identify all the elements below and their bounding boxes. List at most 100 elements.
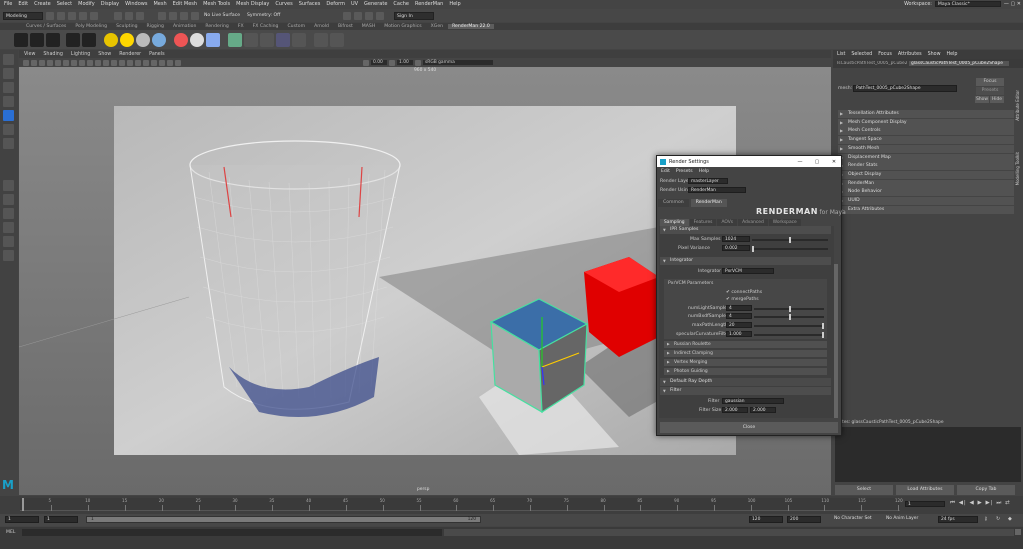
num-bxdf-samples-field[interactable]: 4 bbox=[726, 313, 752, 319]
menu-set-dropdown[interactable]: Modeling bbox=[3, 11, 43, 20]
menu-mesh-display[interactable]: Mesh Display bbox=[236, 1, 269, 7]
image-plane-icon[interactable] bbox=[39, 59, 45, 66]
minimize-icon[interactable]: — bbox=[793, 159, 807, 165]
side-tab-modelling-toolkit[interactable]: Modelling Toolkit bbox=[1015, 152, 1020, 185]
gamma-icon[interactable] bbox=[389, 59, 395, 66]
ipr-samples-section[interactable]: IPR Samples bbox=[660, 226, 831, 234]
new-scene-icon[interactable] bbox=[46, 11, 54, 20]
attr-section-11[interactable]: Extra Attributes bbox=[838, 205, 1014, 214]
presets-button[interactable]: Presets bbox=[976, 87, 1004, 95]
move-tool-icon[interactable] bbox=[3, 96, 14, 107]
shelf-tab-4[interactable]: Animation bbox=[169, 24, 200, 29]
attr-section-9[interactable]: Node Behavior bbox=[838, 188, 1014, 197]
depth-of-field-icon[interactable] bbox=[143, 59, 149, 66]
anim-end-field[interactable]: 200 bbox=[787, 516, 821, 523]
vcm-subsection-3[interactable]: Photon Guiding bbox=[664, 368, 827, 375]
ambient-occlusion-icon[interactable] bbox=[119, 59, 125, 66]
close-button[interactable]: Close bbox=[660, 422, 838, 433]
attr-section-0[interactable]: Tessellation Attributes bbox=[838, 110, 1014, 118]
viewport-menu-view[interactable]: View bbox=[24, 52, 35, 57]
integrator-section[interactable]: Integrator bbox=[660, 257, 831, 265]
xray-icon[interactable] bbox=[159, 59, 165, 66]
tab-common[interactable]: Common bbox=[658, 199, 689, 207]
snap-surface-icon[interactable] bbox=[191, 11, 199, 20]
vcm-subsection-0[interactable]: Russian Roulette bbox=[664, 341, 827, 348]
menu-help[interactable]: Help bbox=[449, 1, 460, 7]
tab-renderman[interactable]: RenderMan bbox=[690, 199, 727, 207]
undo-icon[interactable] bbox=[79, 11, 87, 20]
merge-paths-checkbox[interactable]: ✔ mergePaths bbox=[726, 297, 759, 302]
scrollbar[interactable] bbox=[834, 264, 838, 418]
attr-menu-attributes[interactable]: Attributes bbox=[898, 52, 922, 57]
shelf-tx-icon[interactable] bbox=[260, 32, 274, 47]
attr-section-2[interactable]: Mesh Controls bbox=[838, 127, 1014, 136]
select-tool-icon[interactable] bbox=[3, 54, 14, 65]
shelf-tab-0[interactable]: Curves / Surfaces bbox=[22, 24, 70, 29]
menu-cache[interactable]: Cache bbox=[393, 1, 409, 7]
load-attributes-button[interactable]: Load Attributes bbox=[896, 485, 954, 495]
shelf-clapper5-icon[interactable] bbox=[82, 32, 96, 47]
menu-display[interactable]: Display bbox=[101, 1, 119, 7]
layout-single-icon[interactable] bbox=[3, 180, 14, 191]
menu-edit-mesh[interactable]: Edit Mesh bbox=[173, 1, 197, 7]
shelf-tab-6[interactable]: FX bbox=[234, 24, 248, 29]
menu-renderman[interactable]: RenderMan bbox=[415, 1, 443, 7]
shelf-settings-icon[interactable] bbox=[314, 32, 328, 47]
specular-slider[interactable] bbox=[754, 334, 824, 336]
integrator-dropdown[interactable]: PxrVCM bbox=[722, 268, 774, 274]
color-space-dropdown[interactable]: sRGB gamma bbox=[423, 60, 493, 65]
auto-key-icon[interactable]: ◆ bbox=[1008, 516, 1012, 522]
max-samples-field[interactable]: 1024 bbox=[722, 236, 750, 242]
camera-attrs-icon[interactable] bbox=[23, 59, 29, 66]
focus-button[interactable]: Focus bbox=[976, 78, 1004, 86]
node-tab-transform[interactable]: IsCausticPathTest_0005_pCube2 bbox=[835, 61, 907, 66]
attr-section-8[interactable]: RenderMan bbox=[838, 179, 1014, 188]
menu-deform[interactable]: Deform bbox=[326, 1, 345, 7]
vcm-subsection-1[interactable]: Indirect Clamping bbox=[664, 350, 827, 357]
shelf-image-icon[interactable] bbox=[276, 32, 290, 47]
shelf-clapper-icon[interactable] bbox=[14, 32, 28, 47]
rotate-tool-icon[interactable] bbox=[3, 110, 14, 121]
menu-edit[interactable]: Edit bbox=[18, 1, 28, 7]
shelf-chart-icon[interactable] bbox=[292, 32, 306, 47]
anim-start-field[interactable]: 1 bbox=[5, 516, 39, 523]
menu-create[interactable]: Create bbox=[34, 1, 51, 7]
default-ray-depth-section[interactable]: Default Ray Depth bbox=[660, 378, 831, 386]
menu-file[interactable]: File bbox=[4, 1, 12, 7]
resolution-gate-icon[interactable] bbox=[63, 59, 69, 66]
grid-icon[interactable] bbox=[47, 59, 53, 66]
layout-graph-icon[interactable] bbox=[3, 236, 14, 247]
select-button[interactable]: Select bbox=[835, 485, 893, 495]
smooth-shade-icon[interactable] bbox=[79, 59, 85, 66]
menu-select[interactable]: Select bbox=[57, 1, 72, 7]
subtab-sampling[interactable]: Sampling bbox=[660, 219, 689, 226]
snap-curve-icon[interactable] bbox=[169, 11, 177, 20]
loop-icon[interactable]: ↻ bbox=[996, 516, 1000, 522]
mesh-name-field[interactable]: PathTest_0005_pCube2Shape bbox=[853, 85, 957, 92]
menu-curves[interactable]: Curves bbox=[275, 1, 292, 7]
menu-mesh[interactable]: Mesh bbox=[153, 1, 166, 7]
shadows-icon[interactable] bbox=[111, 59, 117, 66]
shelf-clapper4-icon[interactable] bbox=[66, 32, 80, 47]
aa-icon[interactable] bbox=[135, 59, 141, 66]
menu-windows[interactable]: Windows bbox=[125, 1, 147, 7]
shelf-tab-5[interactable]: Rendering bbox=[201, 24, 232, 29]
sign-in-button[interactable]: Sign In bbox=[394, 11, 434, 20]
menu-generate[interactable]: Generate bbox=[364, 1, 387, 7]
redo-icon[interactable] bbox=[90, 11, 98, 20]
vcm-subsection-2[interactable]: Vertex Merging bbox=[664, 359, 827, 366]
subtab-workspace[interactable]: Workspace bbox=[768, 219, 801, 226]
maximize-icon[interactable]: ▢ bbox=[810, 159, 824, 165]
num-bxdf-knob[interactable] bbox=[789, 314, 791, 320]
viewport-menu-lighting[interactable]: Lighting bbox=[71, 52, 90, 57]
render-settings-icon[interactable] bbox=[365, 11, 373, 20]
menu-uv[interactable]: UV bbox=[351, 1, 358, 7]
xray-joints-icon[interactable] bbox=[167, 59, 173, 66]
shelf-clapper3-icon[interactable] bbox=[46, 32, 60, 47]
show-button[interactable]: Show bbox=[975, 96, 989, 103]
shelf-tab-9[interactable]: Arnold bbox=[310, 24, 333, 29]
select-object-icon[interactable] bbox=[125, 11, 133, 20]
key-icon[interactable]: ⚷ bbox=[984, 516, 988, 522]
shelf-sun-icon[interactable] bbox=[120, 32, 134, 47]
shelf-tab-11[interactable]: MASH bbox=[358, 24, 379, 29]
